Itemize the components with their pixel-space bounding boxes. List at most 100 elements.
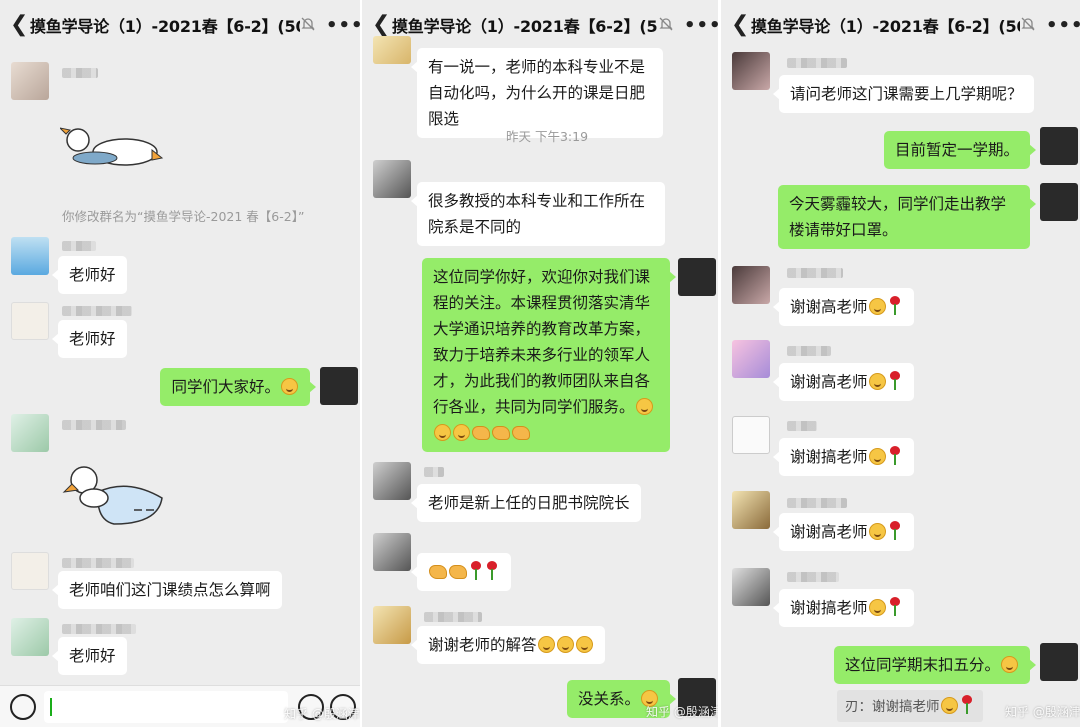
- self-avatar[interactable]: [1040, 183, 1078, 221]
- chat-header: ❮ 摸鱼学导论（1）-2021春【6-2】(500) •••: [721, 0, 1080, 50]
- back-arrow-icon[interactable]: ❮: [0, 14, 30, 36]
- avatar[interactable]: [11, 618, 49, 656]
- avatar[interactable]: [11, 237, 49, 275]
- handshake-emoji-icon: [472, 426, 490, 440]
- emoji-message-bubble[interactable]: [411, 553, 511, 591]
- message-bubble[interactable]: 谢谢搞老师: [773, 589, 914, 627]
- avatar[interactable]: [732, 340, 770, 378]
- smile-emoji-icon: [635, 398, 653, 415]
- timestamp: 昨天 下午3:19: [506, 129, 589, 144]
- message-bubble[interactable]: 谢谢老师的解答: [411, 626, 605, 664]
- chat-panel-2: ❮ 摸鱼学导论（1）-2021春【6-2】(500) ••• 有一说一，老师的本…: [362, 0, 718, 727]
- blush-emoji-icon: [868, 599, 886, 616]
- nickname: [62, 624, 136, 634]
- watermark: 知乎 @殷涵津: [284, 707, 360, 721]
- message-bubble[interactable]: 老师好: [52, 637, 127, 675]
- message-text: 谢谢高老师: [790, 298, 868, 316]
- avatar[interactable]: [732, 491, 770, 529]
- avatar[interactable]: [373, 533, 411, 571]
- mute-bell-icon: [300, 16, 318, 34]
- avatar[interactable]: [373, 462, 411, 500]
- nickname: [787, 572, 839, 582]
- message-text: 这位同学你好，欢迎你对我们课程的关注。本课程贯彻落实清华大学通识培养的教育改革方…: [433, 268, 651, 416]
- message-bubble[interactable]: 老师好: [52, 256, 127, 294]
- rose-emoji-icon: [888, 446, 902, 466]
- avatar[interactable]: [373, 606, 411, 644]
- nickname: [787, 498, 847, 508]
- message-bubble[interactable]: 老师是新上任的日肥书院院长: [411, 484, 641, 522]
- message-bubble[interactable]: 请问老师这门课需要上几学期呢？: [773, 75, 1034, 113]
- system-notice: 你修改群名为“摸鱼学导论-2021 春【6-2】”: [62, 209, 305, 224]
- message-bubble[interactable]: 谢谢搞老师: [773, 438, 914, 476]
- message-text: 谢谢高老师: [790, 373, 868, 391]
- rose-emoji-icon: [888, 597, 902, 617]
- nickname: [62, 420, 126, 430]
- self-message-bubble[interactable]: 今天雾霾较大，同学们走出教学楼请带好口罩。: [778, 185, 1036, 249]
- watermark: 知乎 @殷涵津: [646, 705, 718, 719]
- nickname: [62, 558, 134, 568]
- message-bubble[interactable]: 老师咱们这门课绩点怎么算啊: [52, 571, 282, 609]
- avatar[interactable]: [732, 568, 770, 606]
- message-bubble[interactable]: 老师好: [52, 320, 127, 358]
- message-bubble[interactable]: 有一说一，老师的本科专业不是自动化吗，为什么开的课是日肥限选: [411, 48, 663, 138]
- chat-panel-3: ❮ 摸鱼学导论（1）-2021春【6-2】(500) ••• 请问老师这门课需要…: [721, 0, 1080, 727]
- avatar[interactable]: [732, 416, 770, 454]
- chat-title: 摸鱼学导论（1）-2021春【6-2】(500): [751, 17, 1020, 36]
- message-bubble[interactable]: 谢谢高老师: [773, 363, 914, 401]
- chat-title: 摸鱼学导论（1）-2021春【6-2】(500): [30, 17, 300, 36]
- self-avatar[interactable]: [1040, 643, 1078, 681]
- self-message-bubble[interactable]: 目前暂定一学期。: [883, 131, 1037, 169]
- self-avatar[interactable]: [1040, 127, 1078, 165]
- chat-header: ❮ 摸鱼学导论（1）-2021春【6-2】(500) •••: [362, 0, 718, 50]
- chat-title: 摸鱼学导论（1）-2021春【6-2】(500): [392, 17, 658, 36]
- nickname: [62, 241, 96, 251]
- nickname: [787, 421, 817, 431]
- avatar[interactable]: [11, 302, 49, 340]
- more-icon[interactable]: •••: [326, 15, 360, 36]
- blush-emoji-icon: [868, 298, 886, 315]
- grin-emoji-icon: [556, 636, 574, 653]
- avatar[interactable]: [11, 62, 49, 100]
- message-bubble[interactable]: 谢谢高老师: [773, 288, 914, 326]
- self-avatar[interactable]: [320, 367, 358, 405]
- back-arrow-icon[interactable]: ❮: [721, 14, 751, 36]
- avatar[interactable]: [11, 552, 49, 590]
- more-icon[interactable]: •••: [1046, 15, 1080, 36]
- rose-emoji-icon: [888, 296, 902, 316]
- nickname: [62, 306, 132, 316]
- handshake-emoji-icon: [449, 565, 467, 579]
- grin-emoji-icon: [575, 636, 593, 653]
- message-input[interactable]: [44, 691, 288, 723]
- mute-bell-icon: [1020, 16, 1038, 34]
- avatar[interactable]: [732, 52, 770, 90]
- blush-emoji-icon: [868, 373, 886, 390]
- smile-emoji-icon: [1001, 656, 1018, 673]
- nickname: [787, 58, 847, 68]
- avatar[interactable]: [373, 160, 411, 198]
- back-arrow-icon[interactable]: ❮: [362, 14, 392, 36]
- watermark: 知乎 @殷涵津: [1005, 705, 1080, 719]
- handshake-emoji-icon: [512, 426, 530, 440]
- self-message-bubble[interactable]: 这位同学你好，欢迎你对我们课程的关注。本课程贯彻落实清华大学通识培养的教育改革方…: [422, 258, 676, 452]
- nickname: [787, 268, 843, 278]
- chat-panel-1: ❮ 摸鱼学导论（1）-2021春【6-2】(500) ••• 你修改群名为“摸鱼…: [0, 0, 360, 727]
- nickname: [424, 467, 444, 477]
- smile-emoji-icon: [434, 424, 451, 441]
- avatar[interactable]: [373, 36, 411, 64]
- self-message-bubble[interactable]: 同学们大家好。: [160, 368, 316, 406]
- self-message-bubble[interactable]: 这位同学期末扣五分。: [833, 646, 1037, 684]
- rose-emoji-icon: [888, 521, 902, 541]
- more-icon[interactable]: •••: [684, 15, 718, 36]
- duck-sticker: [58, 120, 170, 180]
- avatar[interactable]: [732, 266, 770, 304]
- message-bubble[interactable]: 很多教授的本科专业和工作所在院系是不同的: [411, 182, 665, 246]
- blush-emoji-icon: [940, 697, 958, 714]
- message-bubble[interactable]: 谢谢高老师: [773, 513, 914, 551]
- rose-emoji-icon: [485, 561, 499, 581]
- duck-sleeping-sticker: [58, 458, 170, 528]
- quoted-message[interactable]: 刃：谢谢搞老师: [837, 690, 983, 722]
- self-avatar[interactable]: [678, 258, 716, 296]
- nickname: [62, 68, 98, 78]
- avatar[interactable]: [11, 414, 49, 452]
- voice-icon[interactable]: [10, 694, 36, 720]
